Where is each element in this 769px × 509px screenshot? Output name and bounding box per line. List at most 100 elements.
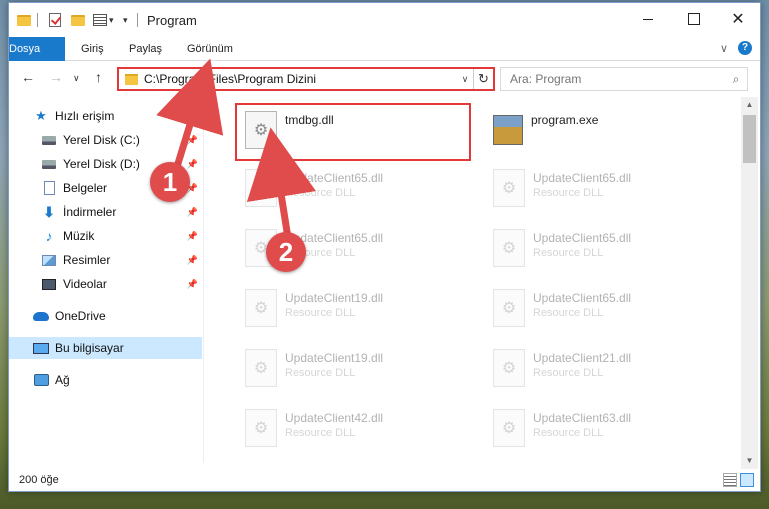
file-name: program.exe	[531, 113, 599, 127]
file-item-program-exe[interactable]: program.exe	[485, 105, 725, 157]
ribbon-tabs: Dosya Giriş Paylaş Görünüm ∨ ?	[9, 37, 760, 89]
scroll-up-icon[interactable]: ▲	[741, 97, 758, 113]
properties-icon[interactable]	[93, 14, 107, 26]
file-type: Resource DLL	[533, 427, 604, 439]
status-bar: 200 öğe	[9, 469, 760, 491]
file-type: Resource DLL	[285, 427, 356, 439]
file-name: UpdateClient19.dll	[285, 351, 384, 365]
address-bar[interactable]: C:\Program Files\Program Dizini ∨ ↻	[117, 67, 495, 91]
pictures-icon	[42, 254, 56, 266]
vertical-scrollbar[interactable]: ▲ ▼	[741, 97, 758, 469]
explorer-window: ▾ ▾ Program ✕ Dosya Giriş Paylaş Görünüm…	[8, 2, 761, 492]
sidebar-item-network[interactable]: Ağ	[9, 369, 202, 391]
file-item[interactable]: ⚙ UpdateClient19.dll Resource DLL	[237, 343, 477, 395]
sidebar-item-pictures[interactable]: Resimler 📌	[9, 249, 202, 271]
gear-icon: ⚙	[493, 169, 525, 207]
refresh-button[interactable]: ↻	[473, 69, 493, 89]
search-box[interactable]: ⌕	[500, 67, 748, 91]
tab-home[interactable]: Giriş	[69, 37, 116, 61]
file-item[interactable]: ⚙ UpdateClient65.dll Resource DLL	[485, 283, 725, 335]
customize-toolbar-icon[interactable]: ▾	[123, 15, 128, 26]
search-input[interactable]	[510, 72, 725, 86]
collapse-ribbon-icon[interactable]: ∨	[720, 42, 728, 55]
pin-icon[interactable]: 📌	[187, 279, 198, 290]
application-icon	[493, 115, 523, 145]
file-name: UpdateClient65.dll	[533, 171, 632, 185]
sidebar-item-videos[interactable]: Videolar 📌	[9, 273, 202, 295]
navigation-pane: ★ Hızlı erişim Yerel Disk (C:) 📌 Yerel D…	[9, 97, 204, 463]
up-button[interactable]: ↑	[95, 69, 102, 85]
file-item[interactable]: ⚙ UpdateClient65.dll Resource DLL	[485, 223, 725, 275]
file-type: Resource DLL	[533, 307, 604, 319]
pin-icon[interactable]: 📌	[187, 231, 198, 242]
file-item[interactable]: ⚙ UpdateClient21.dll Resource DLL	[485, 343, 725, 395]
gear-icon: ⚙	[493, 349, 525, 387]
tiles-view-button[interactable]	[740, 473, 754, 487]
sidebar-item-downloads[interactable]: ⬇ İndirmeler 📌	[9, 201, 202, 223]
details-view-button[interactable]	[723, 473, 737, 487]
file-name: UpdateClient42.dll	[285, 411, 384, 425]
new-folder-icon[interactable]	[71, 14, 85, 26]
address-dropdown-icon[interactable]: ∨	[457, 74, 473, 85]
gear-icon: ⚙	[245, 409, 277, 447]
properties-check-icon[interactable]	[49, 13, 61, 27]
sidebar-item-label: Videolar	[63, 277, 107, 291]
file-type: Resource DLL	[285, 187, 356, 199]
scroll-down-icon[interactable]: ▼	[741, 453, 758, 469]
sidebar-item-quick-access[interactable]: ★ Hızlı erişim	[9, 105, 202, 127]
pin-icon[interactable]: 📌	[187, 135, 198, 146]
sidebar-item-onedrive[interactable]: OneDrive	[9, 305, 202, 327]
sidebar-item-music[interactable]: ♪ Müzik 📌	[9, 225, 202, 247]
tab-share[interactable]: Paylaş	[117, 37, 174, 61]
file-item[interactable]: ⚙ UpdateClient65.dll Resource DLL	[485, 163, 725, 215]
videos-icon	[42, 278, 56, 290]
sidebar-item-disk-c[interactable]: Yerel Disk (C:) 📌	[9, 129, 202, 151]
cloud-icon	[33, 311, 49, 321]
recent-locations-button[interactable]: ∨	[73, 73, 80, 84]
back-button[interactable]: ←	[21, 69, 35, 85]
gear-icon: ⚙	[245, 349, 277, 387]
file-item[interactable]: ⚙ UpdateClient65.dll Resource DLL	[237, 163, 477, 215]
quick-access-toolbar	[17, 11, 31, 29]
sidebar-item-label: Müzik	[63, 229, 95, 243]
sidebar-item-label: İndirmeler	[63, 205, 117, 219]
pin-icon[interactable]: 📌	[187, 159, 198, 170]
chevron-down-icon[interactable]: ▾	[109, 15, 114, 26]
pin-icon[interactable]: 📌	[187, 207, 198, 218]
scrollbar-thumb[interactable]	[743, 115, 756, 163]
forward-button[interactable]: →	[49, 69, 63, 85]
file-name: UpdateClient63.dll	[533, 411, 632, 425]
file-item[interactable]: ⚙ UpdateClient63.dll Resource DLL	[485, 403, 725, 455]
maximize-button[interactable]	[671, 3, 717, 35]
annotation-marker-1: 1	[150, 162, 190, 202]
disk-icon	[42, 135, 56, 145]
highlight-box	[235, 103, 471, 161]
search-icon[interactable]: ⌕	[725, 72, 747, 87]
file-item[interactable]: ⚙ UpdateClient19.dll Resource DLL	[237, 283, 477, 335]
tab-view[interactable]: Görünüm	[175, 37, 245, 61]
sidebar-item-label: Yerel Disk (C:)	[63, 133, 140, 147]
file-type: Resource DLL	[533, 187, 604, 199]
annotation-marker-2: 2	[266, 232, 306, 272]
close-button[interactable]: ✕	[715, 3, 761, 35]
minimize-button[interactable]	[625, 3, 671, 35]
file-name: UpdateClient65.dll	[285, 171, 384, 185]
file-name: UpdateClient65.dll	[533, 291, 632, 305]
gear-icon: ⚙	[245, 289, 277, 327]
sidebar-item-label: OneDrive	[55, 309, 106, 323]
help-icon[interactable]: ?	[738, 41, 752, 55]
computer-icon	[33, 342, 49, 354]
file-type: Resource DLL	[285, 307, 356, 319]
music-icon: ♪	[45, 228, 53, 244]
pin-icon[interactable]: 📌	[187, 255, 198, 266]
window-title: Program	[147, 13, 197, 28]
address-path[interactable]: C:\Program Files\Program Dizini	[144, 72, 457, 86]
file-type: Resource DLL	[533, 367, 604, 379]
navigation-bar: ← → ∨ ↑ C:\Program Files\Program Dizini …	[9, 61, 760, 97]
star-icon: ★	[35, 108, 47, 123]
sidebar-item-label: Ağ	[55, 373, 70, 387]
file-item[interactable]: ⚙ UpdateClient42.dll Resource DLL	[237, 403, 477, 455]
sidebar-item-this-pc[interactable]: Bu bilgisayar	[9, 337, 202, 359]
network-icon	[33, 374, 49, 386]
gear-icon: ⚙	[493, 289, 525, 327]
